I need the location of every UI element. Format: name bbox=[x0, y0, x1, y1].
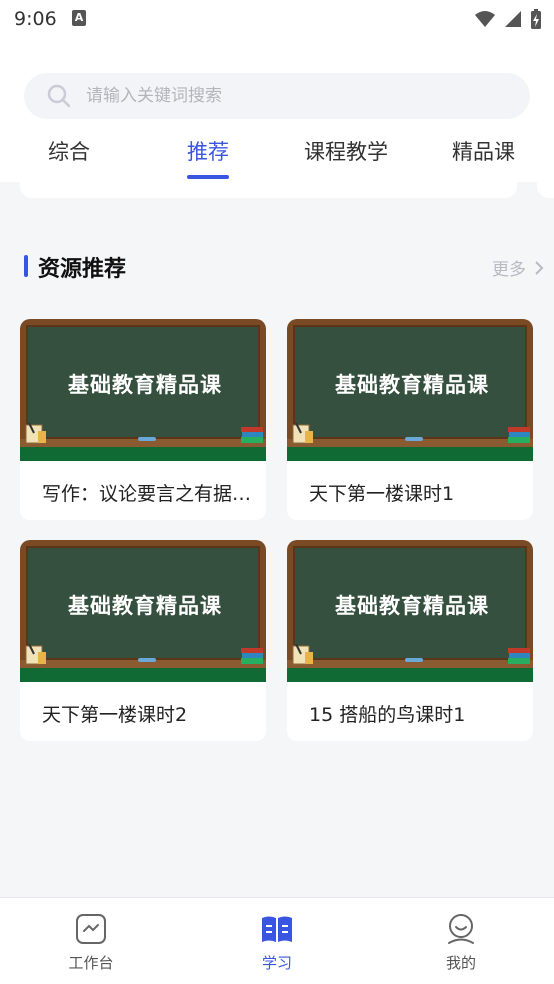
books-icon bbox=[508, 648, 530, 664]
nav-label-workbench: 工作台 bbox=[68, 954, 114, 972]
active-tab-indicator bbox=[187, 175, 229, 179]
card-title: 15 搭船的鸟课时1 bbox=[309, 704, 466, 726]
chalk-icon bbox=[138, 658, 156, 662]
tab-recommended[interactable]: 推荐 bbox=[187, 136, 229, 166]
thumbnail-text: 基础教育精品课 bbox=[335, 594, 489, 618]
thumbnail-text: 基础教育精品课 bbox=[335, 373, 489, 397]
chalkboard: 基础教育精品课 bbox=[293, 546, 527, 660]
chalkboard: 基础教育精品课 bbox=[26, 325, 260, 439]
nav-item-mine[interactable]: 我的 bbox=[416, 912, 506, 973]
category-tabs: 综合 推荐 课程教学 精品课 bbox=[0, 130, 554, 182]
pencil-cup-icon bbox=[25, 643, 46, 665]
books-icon bbox=[241, 427, 263, 443]
chalk-icon bbox=[405, 658, 423, 662]
tab-premium-course[interactable]: 精品课 bbox=[452, 136, 515, 166]
resource-card[interactable]: 基础教育精品课 天下第一楼课时1 bbox=[287, 319, 533, 520]
section-title: 资源推荐 bbox=[38, 257, 127, 282]
chevron-right-icon bbox=[535, 260, 544, 275]
book-icon bbox=[262, 916, 292, 942]
books-icon bbox=[241, 648, 263, 664]
card-title: 写作：议论要言之有据… bbox=[42, 483, 252, 505]
search-bar[interactable] bbox=[24, 73, 530, 119]
header: 综合 推荐 课程教学 精品课 bbox=[0, 40, 554, 182]
resource-card[interactable]: 基础教育精品课 15 搭船的鸟课时1 bbox=[287, 540, 533, 741]
tab-course-teaching[interactable]: 课程教学 bbox=[304, 136, 388, 166]
search-icon bbox=[47, 84, 71, 108]
status-bar: 9:06 A bbox=[0, 0, 554, 40]
resource-card[interactable]: 基础教育精品课 写作：议论要言之有据… bbox=[20, 319, 266, 520]
profile-icon bbox=[448, 914, 474, 944]
thumbnail-text: 基础教育精品课 bbox=[68, 373, 222, 397]
books-icon bbox=[508, 427, 530, 443]
chalk-icon bbox=[138, 437, 156, 441]
carousel-card-bottom-next bbox=[537, 182, 554, 198]
pencil-cup-icon bbox=[292, 422, 313, 444]
status-time: 9:06 bbox=[14, 8, 57, 30]
chalkboard: 基础教育精品课 bbox=[26, 546, 260, 660]
workbench-icon bbox=[76, 914, 106, 944]
bottom-nav: 工作台 学习 我的 bbox=[0, 897, 554, 984]
thumbnail-text: 基础教育精品课 bbox=[68, 594, 222, 618]
card-title: 天下第一楼课时1 bbox=[309, 483, 455, 505]
pencil-cup-icon bbox=[292, 643, 313, 665]
tab-comprehensive[interactable]: 综合 bbox=[48, 136, 90, 166]
more-link[interactable]: 更多 bbox=[492, 255, 544, 280]
section-accent-bar bbox=[24, 255, 28, 277]
nav-item-workbench[interactable]: 工作台 bbox=[46, 912, 136, 973]
course-thumbnail: 基础教育精品课 bbox=[287, 319, 533, 461]
nav-label-mine: 我的 bbox=[445, 954, 476, 972]
wifi-icon bbox=[475, 11, 495, 27]
cellular-icon bbox=[505, 11, 521, 27]
status-icons bbox=[474, 8, 542, 30]
course-thumbnail: 基础教育精品课 bbox=[20, 319, 266, 461]
notification-icon: A bbox=[72, 10, 86, 26]
search-input[interactable] bbox=[86, 86, 506, 106]
carousel-card-bottom bbox=[20, 182, 517, 198]
nav-item-study[interactable]: 学习 bbox=[232, 912, 322, 973]
resource-card[interactable]: 基础教育精品课 天下第一楼课时2 bbox=[20, 540, 266, 741]
pencil-cup-icon bbox=[25, 422, 46, 444]
card-title: 天下第一楼课时2 bbox=[42, 704, 188, 726]
chalk-icon bbox=[405, 437, 423, 441]
battery-icon bbox=[531, 9, 541, 29]
chalkboard: 基础教育精品课 bbox=[293, 325, 527, 439]
course-thumbnail: 基础教育精品课 bbox=[287, 540, 533, 682]
course-thumbnail: 基础教育精品课 bbox=[20, 540, 266, 682]
nav-label-study: 学习 bbox=[261, 954, 292, 972]
more-label: 更多 bbox=[492, 260, 526, 280]
